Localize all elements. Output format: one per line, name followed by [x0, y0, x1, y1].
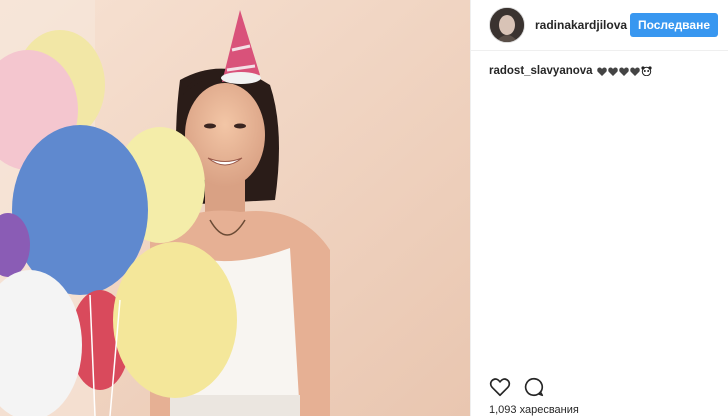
follow-button[interactable]: Последване [629, 13, 718, 37]
gray-heart-icon [629, 66, 640, 76]
gray-heart-icon [618, 66, 629, 76]
post-header: radinakardjilova Последване [471, 0, 728, 51]
avatar[interactable] [489, 7, 525, 43]
post-actions [489, 376, 545, 398]
birthday-portrait-photo [0, 0, 470, 416]
gray-heart-icon [596, 66, 607, 76]
username-link[interactable]: radinakardjilova [535, 18, 630, 32]
caption-comment: radost_slavyanova [471, 51, 728, 91]
caption-username[interactable]: radost_slavyanova [489, 65, 593, 77]
panda-face-icon [640, 66, 652, 76]
caption-emojis [596, 66, 652, 76]
post-side-panel: radinakardjilova Последване radost_slavy… [470, 0, 728, 416]
instagram-post: radinakardjilova Последване radost_slavy… [0, 0, 728, 416]
heart-outline-icon[interactable] [489, 376, 511, 398]
gray-heart-icon [607, 66, 618, 76]
avatar-image [490, 8, 524, 42]
likes-count[interactable]: 1,093 харесвания [489, 404, 579, 416]
post-photo[interactable] [0, 0, 470, 416]
comment-bubble-icon[interactable] [523, 376, 545, 398]
